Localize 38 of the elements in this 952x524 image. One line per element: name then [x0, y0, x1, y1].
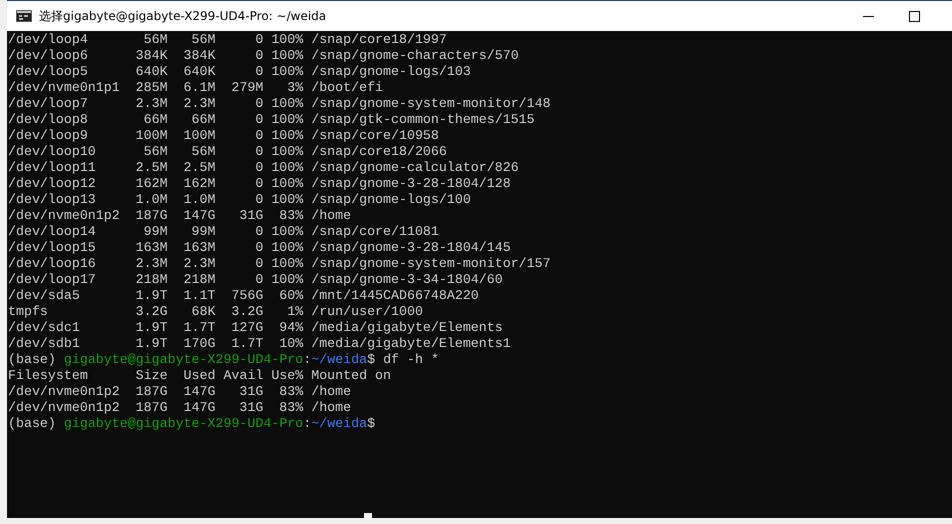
terminal-line: /dev/loop12 162M 162M 0 100% /snap/gnome-3-28-1804/128: [8, 176, 512, 192]
terminal-line: /dev/loop6 384K 384K 0 100% /snap/gnome-characters/570: [8, 48, 520, 64]
command-text: df -h *: [383, 352, 439, 367]
terminal-line: /dev/nvme0n1p2 187G 147G 31G 83% /home: [8, 400, 352, 416]
terminal-line: Filesystem Size Used Avail Use% Mounted on: [8, 368, 392, 384]
terminal-line: /dev/loop11 2.5M 2.5M 0 100% /snap/gnome-calculator/826: [8, 160, 520, 176]
prompt-symbol: $: [367, 416, 376, 431]
window-title: 选择gigabyte@gigabyte-X299-UD4-Pro: ~/weida: [39, 8, 326, 24]
terminal-line: /dev/loop5 640K 640K 0 100% /snap/gnome-logs/103: [8, 64, 472, 80]
prompt-user-host: gigabyte@gigabyte-X299-UD4-Pro: [64, 416, 304, 431]
terminal-line: /dev/loop4 56M 56M 0 100% /snap/core18/1997: [8, 32, 448, 48]
terminal-line: /dev/loop13 1.0M 1.0M 0 100% /snap/gnome-logs/100: [8, 192, 472, 208]
terminal-line: /dev/sda5 1.9T 1.1T 756G 60% /mnt/1445CAD66748A220: [8, 288, 480, 304]
prompt-user-host: gigabyte@gigabyte-X299-UD4-Pro: [64, 352, 304, 367]
maximize-icon: [908, 10, 920, 22]
terminal-line: /dev/sdc1 1.9T 1.7T 127G 94% /media/gigabyte/Elements: [8, 320, 504, 336]
terminal-line: /dev/loop8 66M 66M 0 100% /snap/gtk-common-themes/1515: [8, 112, 536, 128]
terminal-line: /dev/nvme0n1p2 187G 147G 31G 83% /home: [8, 384, 352, 400]
console-icon: [16, 10, 32, 22]
prompt-path: ~/weida: [311, 416, 368, 431]
terminal-line: tmpfs 3.2G 68K 3.2G 1% /run/user/1000: [8, 304, 424, 320]
terminal-line: /dev/loop15 163M 163M 0 100% /snap/gnome-3-28-1804/145: [8, 240, 512, 256]
terminal-line: /dev/loop7 2.3M 2.3M 0 100% /snap/gnome-system-monitor/148: [8, 96, 552, 112]
terminal-line: /dev/loop17 218M 218M 0 100% /snap/gnome-3-34-1804/60: [8, 272, 504, 288]
prompt-path: ~/weida: [311, 352, 368, 367]
prompt-separator: :: [303, 416, 312, 431]
terminal-line: /dev/loop14 99M 99M 0 100% /snap/core/11081: [8, 224, 440, 240]
terminal-line: /dev/sdb1 1.9T 170G 1.7T 10% /media/gigabyte/Elements1: [8, 336, 512, 352]
prompt-symbol: $: [367, 352, 376, 367]
terminal-line: /dev/loop16 2.3M 2.3M 0 100% /snap/gnome-system-monitor/157: [8, 256, 552, 272]
prompt-env: (base): [8, 416, 56, 431]
terminal-line: /dev/nvme0n1p1 285M 6.1M 279M 3% /boot/efi: [8, 80, 384, 96]
terminal-line: /dev/nvme0n1p2 187G 147G 31G 83% /home: [8, 208, 352, 224]
prompt-separator: :: [303, 352, 312, 367]
terminal-line: /dev/loop10 56M 56M 0 100% /snap/core18/2066: [8, 144, 448, 160]
prompt-env: (base): [8, 352, 56, 367]
cursor-block: [364, 513, 372, 518]
terminal-line: /dev/loop9 100M 100M 0 100% /snap/core/10958: [8, 128, 440, 144]
